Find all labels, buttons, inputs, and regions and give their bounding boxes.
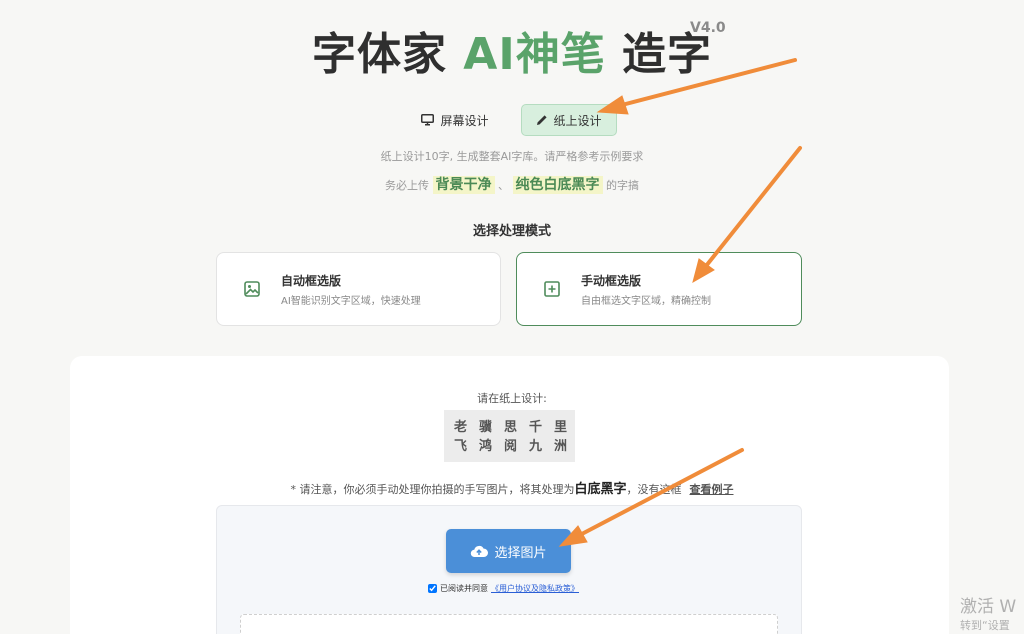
notice-bold: 白底黑字	[574, 482, 627, 497]
tab-paper-design-label: 纸上设计	[553, 113, 602, 128]
hint-highlight-black-on-white: 纯色白底黑字	[512, 176, 603, 194]
plus-square-icon	[544, 281, 560, 297]
monitor-icon	[421, 114, 435, 126]
page-title: 字体家 AI神笔 造字	[0, 18, 1024, 82]
notice-suffix: ，没有这框	[626, 483, 682, 496]
choose-image-button[interactable]: 选择图片	[446, 529, 571, 573]
sample-char: 骥	[478, 420, 492, 435]
auto-select-mode-title: 自动框选版	[281, 273, 342, 288]
manual-select-mode-card[interactable]: 手动框选版 自由框选文字区域，精确控制	[516, 252, 802, 326]
sample-char: 阅	[503, 439, 517, 454]
hint-line-2-suffix: 的字搞	[606, 179, 639, 192]
design-mode-tabs: 屏幕设计 纸上设计	[0, 104, 1024, 136]
sample-char: 千	[528, 420, 542, 435]
auto-select-mode-desc: AI智能识别文字区域，快速处理	[281, 295, 421, 307]
hint-highlight-clean-bg: 背景干净	[432, 176, 495, 194]
activation-watermark-line-1: 激活 W	[960, 597, 1017, 617]
sample-char: 思	[503, 420, 517, 435]
pencil-icon	[536, 115, 547, 125]
notice-prefix: * 请注意，你必须手动处理你拍摄的手写图片，将其处理为	[290, 483, 575, 496]
hint-separator: 、	[498, 179, 509, 192]
auto-select-mode-text: 自动框选版 AI智能识别文字区域，快速处理	[281, 272, 421, 307]
manual-select-mode-desc: 自由框选文字区域，精确控制	[581, 295, 711, 307]
processing-notice: * 请注意，你必须手动处理你拍摄的手写图片，将其处理为白底黑字，没有这框 查看例子	[0, 478, 1024, 497]
paper-design-label: 请在纸上设计:	[477, 392, 547, 405]
hint-line-2-prefix: 务必上传	[385, 179, 429, 192]
sample-char: 鸿	[478, 439, 492, 454]
hint-line-2: 务必上传 背景干净 、 纯色白底黑字 的字搞	[0, 174, 1024, 194]
auto-select-mode-card[interactable]: 自动框选版 AI智能识别文字区域，快速处理	[216, 252, 501, 326]
manual-select-mode-text: 手动框选版 自由框选文字区域，精确控制	[581, 272, 711, 307]
agreement-checkbox[interactable]	[428, 584, 437, 593]
sample-character-grid: 老 骥 思 千 里 飞 鸿 阅 九 洲	[444, 410, 575, 462]
title-suffix: 造字	[605, 29, 713, 80]
sample-row-1: 老 骥 思 千 里	[454, 418, 567, 437]
activation-watermark-line-2: 转到“设置	[960, 619, 1010, 632]
hint-line-1: 纸上设计10字, 生成整套AI字库。请严格参考示例要求	[380, 150, 644, 163]
sample-char: 里	[553, 420, 567, 435]
manual-select-mode-title: 手动框选版	[581, 273, 642, 288]
choose-image-label: 选择图片	[494, 545, 547, 561]
title-ai: AI神笔	[463, 29, 606, 80]
view-example-link[interactable]: 查看例子	[690, 483, 734, 496]
sample-char: 九	[528, 439, 542, 454]
sample-char: 洲	[553, 439, 567, 454]
agreement-row: 已阅读并同意 《用户协议及隐私政策》	[428, 583, 579, 594]
user-agreement-link[interactable]: 《用户协议及隐私政策》	[491, 583, 579, 594]
dropzone[interactable]	[240, 614, 778, 634]
tab-paper-design[interactable]: 纸上设计	[520, 104, 617, 136]
image-icon	[244, 281, 260, 297]
sample-char: 飞	[454, 439, 468, 454]
processing-mode-title: 选择处理模式	[472, 224, 551, 239]
sample-row-2: 飞 鸿 阅 九 洲	[454, 437, 567, 456]
cloud-upload-icon	[471, 545, 489, 558]
title-prefix: 字体家	[311, 29, 464, 80]
version-badge: V4.0	[690, 20, 726, 36]
sample-char: 老	[454, 420, 468, 435]
tab-screen-design-label: 屏幕设计	[440, 113, 489, 128]
tab-screen-design[interactable]: 屏幕设计	[407, 104, 502, 136]
agreement-prefix: 已阅读并同意	[440, 584, 488, 593]
arrow-to-manual-mode	[704, 146, 802, 268]
